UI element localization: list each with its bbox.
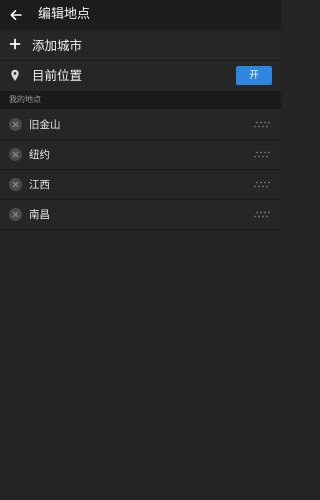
- city-name: 南昌: [29, 209, 50, 221]
- drag-handle-icon[interactable]: [253, 121, 271, 129]
- current-location-toggle[interactable]: 开: [236, 66, 272, 85]
- remove-city-icon[interactable]: [9, 118, 22, 131]
- city-list-item: 纽约: [0, 140, 281, 170]
- drag-handle-icon[interactable]: [253, 211, 271, 219]
- my-places-section-header: 我的地点: [0, 91, 281, 109]
- remove-city-icon[interactable]: [9, 208, 22, 221]
- app-header: 编辑地点: [0, 0, 281, 30]
- back-arrow-icon[interactable]: [6, 5, 26, 25]
- section-title: 我的地点: [9, 95, 41, 104]
- remove-city-icon[interactable]: [9, 178, 22, 191]
- plus-icon: [9, 38, 21, 50]
- add-city-label: 添加城市: [32, 38, 83, 53]
- add-city-button[interactable]: 添加城市: [0, 30, 281, 61]
- city-name: 纽约: [29, 149, 50, 161]
- location-pin-icon: [11, 69, 19, 81]
- city-name: 江西: [29, 179, 50, 191]
- remove-city-icon[interactable]: [9, 148, 22, 161]
- city-name: 旧金山: [29, 119, 61, 131]
- page-title: 编辑地点: [38, 7, 91, 22]
- city-list: 旧金山 纽约 江西 南昌: [0, 110, 281, 230]
- city-list-item: 江西: [0, 170, 281, 200]
- city-list-item: 旧金山: [0, 110, 281, 140]
- current-location-label: 目前位置: [32, 68, 83, 83]
- drag-handle-icon[interactable]: [253, 151, 271, 159]
- city-list-item: 南昌: [0, 200, 281, 230]
- drag-handle-icon[interactable]: [253, 181, 271, 189]
